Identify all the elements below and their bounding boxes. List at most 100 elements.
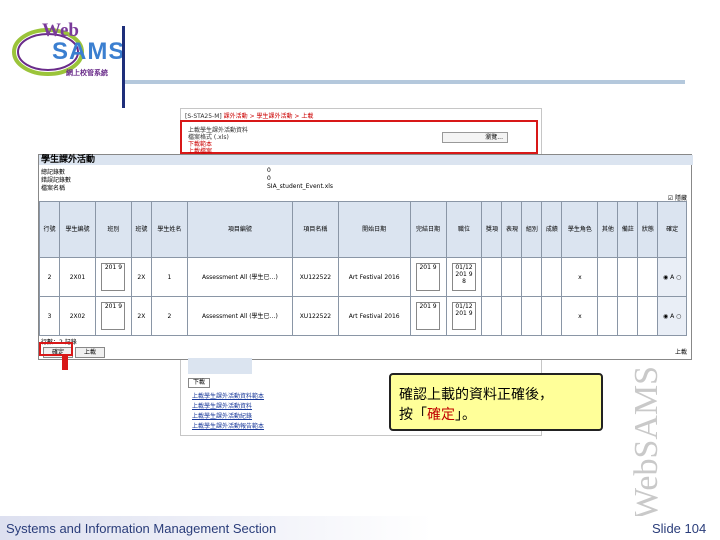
- logo-sams-text: SAMS: [52, 38, 126, 65]
- col-header: 其他: [597, 201, 619, 258]
- table-cell: [501, 296, 523, 336]
- col-header: 職位: [445, 201, 483, 258]
- col-header: 行號: [39, 201, 60, 258]
- table-cell: 2X01: [58, 257, 96, 297]
- table-cell: [617, 257, 639, 297]
- cell-input[interactable]: 01/12 201 9: [451, 302, 476, 330]
- callout-line2: 按「確定」。: [399, 405, 593, 425]
- table-cell: [597, 296, 619, 336]
- col-header: 組別: [521, 201, 543, 258]
- col-header: 獎項: [481, 201, 503, 258]
- upload-button[interactable]: 上載: [75, 347, 105, 358]
- lower-link[interactable]: 上載學生課外活動紀錄: [192, 411, 252, 420]
- table-cell: 2X: [130, 257, 152, 297]
- table-cell: x: [561, 257, 599, 297]
- table-cell: Art Festival 2016: [337, 257, 411, 297]
- table-cell: [597, 257, 619, 297]
- table-cell: Assessment All (學生已…): [186, 296, 293, 336]
- col-header: 學生編號: [58, 201, 96, 258]
- table-cell: 1: [150, 257, 188, 297]
- cell-input[interactable]: 201 9: [416, 263, 441, 291]
- table-cell: 01/12 201 9 8: [445, 257, 483, 297]
- slide-number: Slide 104: [652, 521, 707, 536]
- table-row[interactable]: 2 2X01 201 9 2X 1 Assessment All (學生已…) …: [39, 257, 687, 297]
- table-cell: Assessment All (學生已…): [186, 257, 293, 297]
- upload-link-right[interactable]: 上載: [675, 347, 687, 356]
- logo-subtitle: 網上校管系統: [66, 69, 108, 77]
- lower-link[interactable]: 上載學生課外活動資料範本: [192, 391, 264, 400]
- websams-logo: Web SAMS 網上校管系統: [8, 16, 128, 96]
- table-cell: [481, 257, 503, 297]
- header-horizontal-rule: [125, 80, 685, 84]
- callout-suffix: 」。: [455, 407, 476, 423]
- col-header: 項目名稱: [291, 201, 339, 258]
- col-header: 備註: [617, 201, 639, 258]
- file-name-value: SIA_student_Event.xls: [267, 183, 334, 190]
- lower-link[interactable]: 上載學生課外活動資料: [192, 401, 252, 410]
- browse-button[interactable]: 瀏覽...: [442, 132, 508, 143]
- upload-section-highlight: 上載學生課外活動資料 檔案格式 (.xls) 下載範本 上載檔案 瀏覽...: [180, 120, 538, 155]
- instruction-callout: 確認上載的資料正確後， 按「確定」。: [389, 373, 603, 431]
- col-header: 表現: [501, 201, 523, 258]
- table-cell: [481, 296, 503, 336]
- table-cell: 201 9: [409, 296, 447, 336]
- table-cell: [521, 257, 543, 297]
- callout-prefix: 按「: [399, 407, 427, 423]
- table-row[interactable]: 3 2X02 201 9 2X 2 Assessment All (學生已…) …: [39, 296, 687, 336]
- table-cell: Art Festival 2016: [337, 296, 411, 336]
- table-cell: 2: [39, 257, 60, 297]
- table-cell: 201 9: [409, 257, 447, 297]
- file-name-label: 檔案名稱: [41, 185, 66, 192]
- table-cell: [501, 257, 523, 297]
- table-header-row: 行號 學生編號 班別 班號 學生姓名 項目編號 項目名稱 開始日期 完結日期 職…: [39, 201, 687, 258]
- confirm-radio-cell[interactable]: ◉ A ○: [657, 296, 687, 336]
- table-cell: [541, 296, 563, 336]
- callout-highlight: 確定: [427, 407, 455, 423]
- cell-input[interactable]: 201 9: [101, 302, 126, 330]
- col-header: 項目編號: [186, 201, 293, 258]
- breadcrumb-path: 課外活動 > 學生課外活動 > 上載: [223, 113, 314, 120]
- col-header: 開始日期: [337, 201, 411, 258]
- websams-watermark: WebSAMS: [628, 365, 665, 520]
- confirm-button-highlight: [39, 342, 73, 356]
- col-header: 學生姓名: [150, 201, 188, 258]
- callout-line1: 確認上載的資料正確後，: [399, 387, 553, 403]
- table-panel-title: 學生課外活動: [39, 155, 693, 165]
- callout-pointer: [62, 356, 68, 370]
- table-cell: [521, 296, 543, 336]
- col-header: 狀態: [637, 201, 659, 258]
- footer-section-name: Systems and Information Management Secti…: [6, 521, 277, 536]
- error-records-value: 0: [267, 175, 271, 182]
- table-cell: x: [561, 296, 599, 336]
- table-cell: 3: [39, 296, 60, 336]
- table-cell: XU122522: [291, 296, 339, 336]
- total-records-value: 0: [267, 167, 271, 174]
- table-cell: [637, 257, 659, 297]
- student-activity-table-panel: 學生課外活動 總記錄數 0 錯誤記錄數 0 檔案名稱 SIA_student_E…: [38, 154, 693, 360]
- header-vertical-rule: [122, 26, 125, 108]
- table-cell: 2X02: [58, 296, 96, 336]
- confirm-radio-cell[interactable]: ◉ A ○: [657, 257, 687, 297]
- table-cell: 01/12 201 9: [445, 296, 483, 336]
- col-header: 學生角色: [561, 201, 599, 258]
- col-header: 班別: [94, 201, 132, 258]
- table-cell: [541, 257, 563, 297]
- table-cell: 2: [150, 296, 188, 336]
- breadcrumb: [S-STA25-M] 課外活動 > 學生課外活動 > 上載: [185, 111, 313, 120]
- col-header: 確定: [657, 201, 687, 258]
- activity-grid: 行號 學生編號 班別 班號 學生姓名 項目編號 項目名稱 開始日期 完結日期 職…: [39, 201, 687, 336]
- table-cell: XU122522: [291, 257, 339, 297]
- col-header: 完結日期: [409, 201, 447, 258]
- cell-input[interactable]: 01/12 201 9 8: [451, 263, 476, 291]
- col-header: 成績: [541, 201, 563, 258]
- lower-panel-header: [188, 358, 252, 374]
- table-cell: 201 9: [94, 296, 132, 336]
- table-cell: 2X: [130, 296, 152, 336]
- cell-input[interactable]: 201 9: [101, 263, 126, 291]
- cell-input[interactable]: 201 9: [416, 302, 441, 330]
- table-cell: [617, 296, 639, 336]
- lower-link[interactable]: 上載學生課外活動報告範本: [192, 421, 264, 430]
- screen-code: [S-STA25-M]: [185, 113, 222, 120]
- download-button[interactable]: 下載: [188, 378, 210, 388]
- table-cell: 201 9: [94, 257, 132, 297]
